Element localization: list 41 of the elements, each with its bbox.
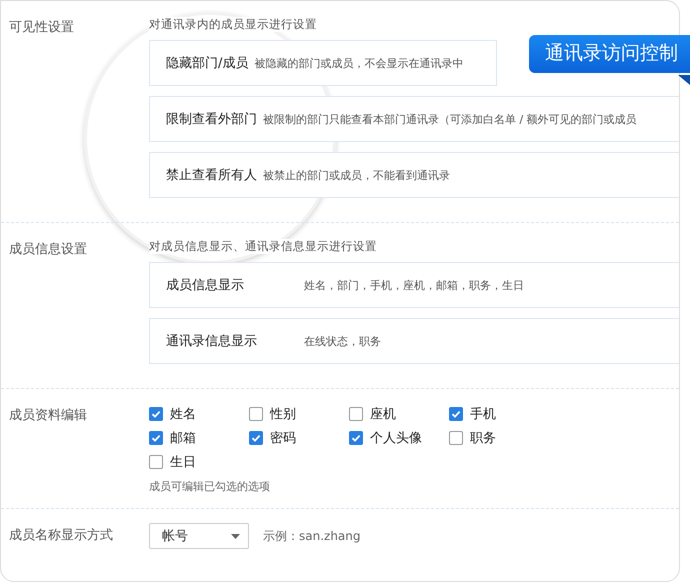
checkbox[interactable]: [249, 431, 263, 445]
checkbox[interactable]: [249, 407, 263, 421]
checkbox[interactable]: [149, 455, 163, 469]
setting-row[interactable]: 成员信息显示 姓名，部门，手机，座机，邮箱，职务，生日: [149, 262, 679, 308]
checkbox[interactable]: [149, 407, 163, 421]
ribbon-fold-icon: [678, 75, 690, 85]
setting-row[interactable]: 限制查看外部门 被限制的部门只能查看本部门通讯录（可添加白名单 / 额外可见的部门或成员: [149, 96, 679, 142]
setting-row[interactable]: 隐藏部门/成员 被隐藏的部门或成员，不会显示在通讯录中: [149, 40, 497, 86]
checkbox-label: 手机: [470, 406, 496, 423]
section-label: 可见性设置: [9, 19, 75, 37]
setting-detail: 被禁止的部门或成员，不能看到通讯录: [263, 168, 450, 182]
setting-detail: 被限制的部门只能查看本部门通讯录（可添加白名单 / 额外可见的部门或成员: [263, 112, 637, 126]
checkbox-label: 密码: [270, 430, 296, 447]
setting-title: 禁止查看所有人: [166, 166, 257, 184]
section-label: 成员资料编辑: [9, 407, 88, 425]
checkbox[interactable]: [149, 431, 163, 445]
checkbox-label: 姓名: [170, 406, 196, 423]
checkbox-label: 生日: [170, 454, 196, 471]
checkbox-label: 性别: [270, 406, 296, 423]
checkbox-label: 邮箱: [170, 430, 196, 447]
checkbox[interactable]: [449, 431, 463, 445]
setting-row[interactable]: 禁止查看所有人 被禁止的部门或成员，不能看到通讯录: [149, 152, 679, 198]
checkbox[interactable]: [449, 407, 463, 421]
caret-icon: [231, 534, 240, 538]
hint-text: 成员可编辑已勾选的选项: [149, 479, 271, 494]
checkbox-label: 职务: [470, 430, 496, 447]
section-label: 成员信息设置: [9, 241, 88, 259]
setting-detail: 在线状态，职务: [304, 334, 381, 348]
section-label: 成员名称显示方式: [9, 527, 114, 545]
dropdown[interactable]: 帐号: [149, 523, 249, 549]
checkbox-label: 个人头像: [370, 430, 422, 447]
setting-title: 隐藏部门/成员: [166, 54, 248, 72]
setting-row[interactable]: 通讯录信息显示 在线状态，职务: [149, 318, 679, 364]
example-text: 示例：san.zhang: [263, 528, 361, 544]
setting-detail: 姓名，部门，手机，座机，邮箱，职务，生日: [304, 278, 524, 292]
checkbox-label: 座机: [370, 406, 396, 423]
title-badge: 通讯录访问控制: [529, 35, 690, 73]
checkbox[interactable]: [349, 431, 363, 445]
checkbox[interactable]: [349, 407, 363, 421]
setting-title: 限制查看外部门: [166, 110, 257, 128]
setting-detail: 被隐藏的部门或成员，不会显示在通讯录中: [254, 56, 464, 70]
